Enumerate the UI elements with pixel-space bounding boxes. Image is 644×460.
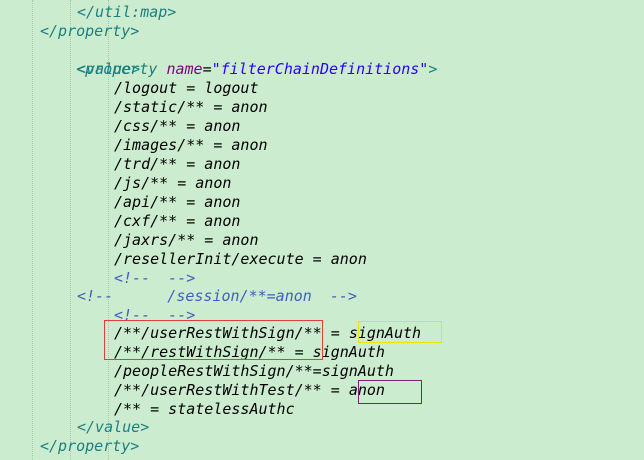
code-line-api: /api/** = anon — [114, 193, 241, 211]
attribute-value: "filterChainDefinitions" — [211, 60, 429, 78]
property-open-end: > — [428, 60, 438, 78]
comment-empty: <!-- --> — [114, 269, 196, 287]
value-open-tag: <value> — [77, 60, 141, 78]
code-line-trd: /trd/** = anon — [114, 155, 241, 173]
code-line-css: /css/** = anon — [114, 117, 241, 135]
code-line-stateless: /** = statelessAuthc — [114, 400, 295, 418]
code-line-jaxrs: /jaxrs/** = anon — [114, 231, 259, 249]
code-line-js: /js/** = anon — [114, 174, 232, 192]
indent-guide — [32, 0, 33, 460]
comment-session: <!-- /session/**=anon --> — [77, 287, 357, 305]
code-line-cxf: /cxf/** = anon — [114, 212, 241, 230]
code-line-logout: /logout = logout — [114, 79, 259, 97]
code-line-rest-with-sign: /**/restWithSign/** = signAuth — [114, 343, 385, 361]
comment-empty: <!-- --> — [114, 306, 196, 324]
code-line-user-rest-with-sign: /**/userRestWithSign/** = signAuth — [114, 324, 421, 343]
property-close-tag: </property> — [40, 437, 140, 455]
code-line-user-rest-with-test: /**/userRestWithTest/** = anon — [114, 381, 385, 400]
attribute-name: name — [166, 60, 203, 78]
code-line-people-rest-with-sign: /peopleRestWithSign/**=signAuth — [114, 362, 394, 380]
code-line-reseller: /resellerInit/execute = anon — [114, 250, 367, 268]
value-close-tag: </value> — [77, 418, 150, 436]
filter-value: anon — [348, 381, 385, 399]
filter-value: signAuth — [348, 324, 422, 342]
path-pattern: /**/userRestWithSign/** = — [114, 324, 349, 342]
util-map-close-tag: </util:map> — [77, 3, 177, 21]
property-open-line: <property name="filterChainDefinitions"> — [40, 41, 437, 78]
code-line-static: /static/** = anon — [114, 98, 268, 116]
code-editor[interactable]: </util:map> </property> <property name="… — [0, 0, 644, 460]
code-line-images: /images/** = anon — [114, 136, 268, 154]
attribute-equals: = — [202, 60, 212, 78]
property-close-tag: </property> — [40, 22, 140, 40]
path-pattern: /**/userRestWithTest/** = — [114, 381, 349, 399]
